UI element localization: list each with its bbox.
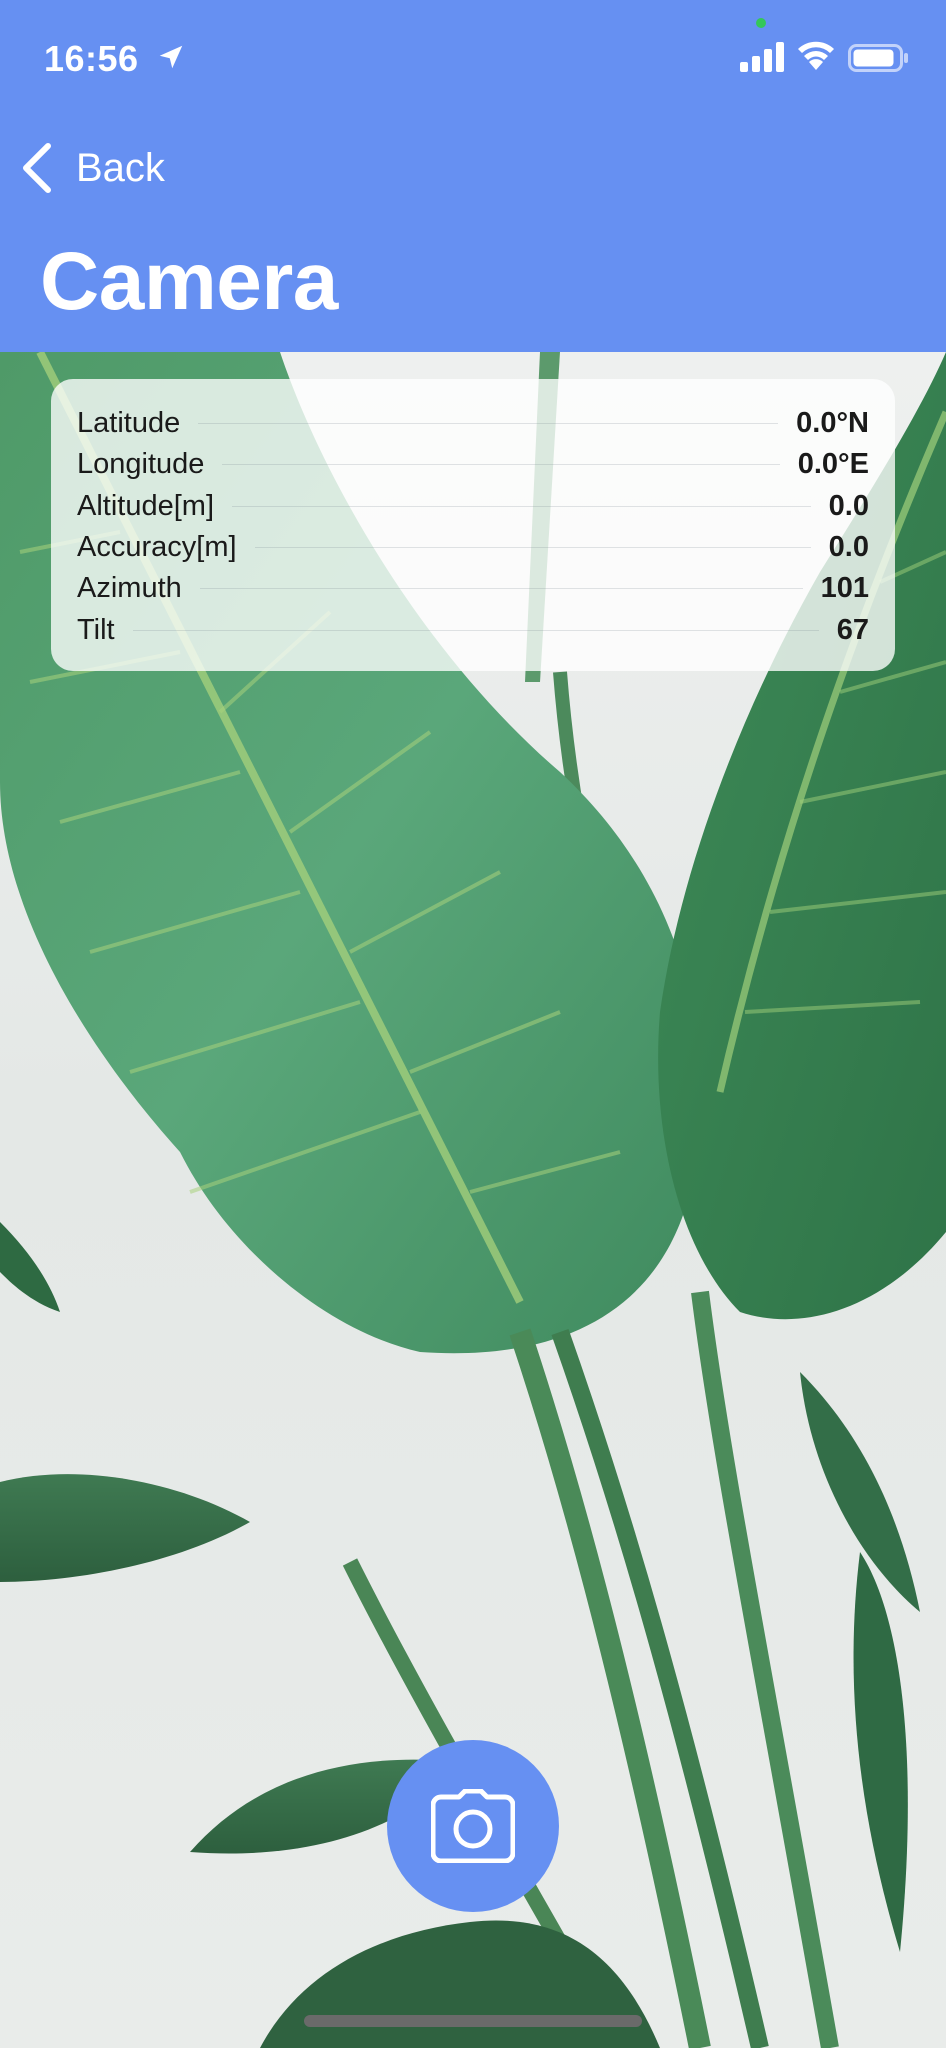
capture-button[interactable] [387,1740,559,1912]
back-button[interactable]: Back [18,138,165,198]
info-row-altitude: Altitude[m] 0.0 [77,486,869,527]
status-time: 16:56 [44,38,139,79]
chevron-left-icon [23,143,51,193]
info-label: Tilt [77,613,115,646]
info-value: 0.0°N [796,407,869,440]
divider [254,547,811,549]
info-row-azimuth: Azimuth 101 [77,568,869,609]
info-value: 0.0°E [797,448,869,481]
page-title: Camera [40,236,338,327]
divider [198,423,779,425]
info-label: Azimuth [77,572,182,605]
info-value: 0.0 [828,531,869,564]
info-row-longitude: Longitude 0.0°E [77,444,869,485]
info-label: Latitude [77,407,181,440]
info-value: 67 [836,613,869,646]
back-label: Back [76,145,165,190]
battery-icon [848,44,908,72]
location-info-card: Latitude 0.0°N Longitude 0.0°E Altitude[… [51,379,895,671]
status-bar: 16:56 [0,0,946,110]
divider [232,505,811,507]
divider [132,629,819,631]
info-value: 101 [820,572,869,605]
info-label: Altitude[m] [77,489,214,522]
divider [222,464,780,466]
info-row-tilt: Tilt 67 [77,609,869,650]
home-indicator[interactable] [304,2015,642,2027]
divider [199,588,803,590]
camera-icon [431,1789,515,1863]
info-row-latitude: Latitude 0.0°N [77,403,869,444]
location-arrow-icon [159,45,183,69]
info-value: 0.0 [828,489,869,522]
camera-in-use-indicator [756,18,766,28]
info-label: Longitude [77,448,205,481]
signal-bars-icon [740,42,784,72]
navigation-header: 16:56 Back Camera [0,0,946,352]
info-label: Accuracy[m] [77,531,237,564]
info-row-accuracy: Accuracy[m] 0.0 [77,527,869,568]
wifi-icon [798,41,834,70]
